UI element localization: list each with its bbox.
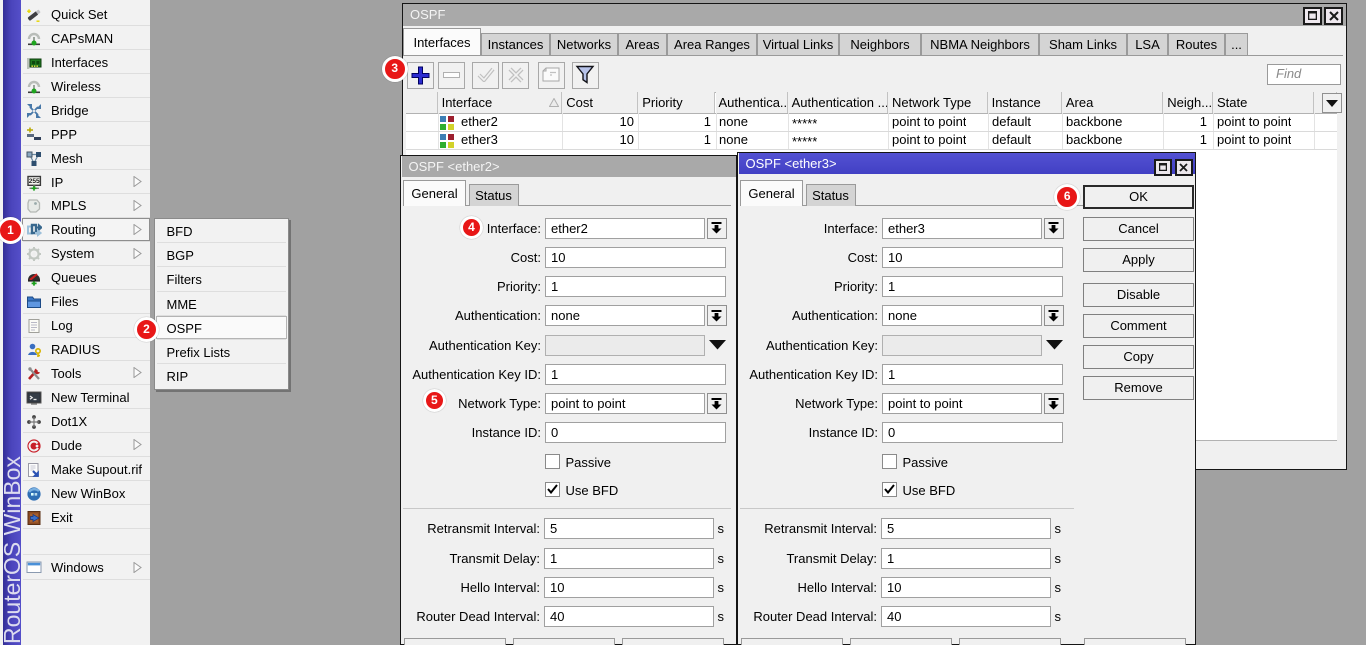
svg-text:255: 255 <box>29 178 40 185</box>
